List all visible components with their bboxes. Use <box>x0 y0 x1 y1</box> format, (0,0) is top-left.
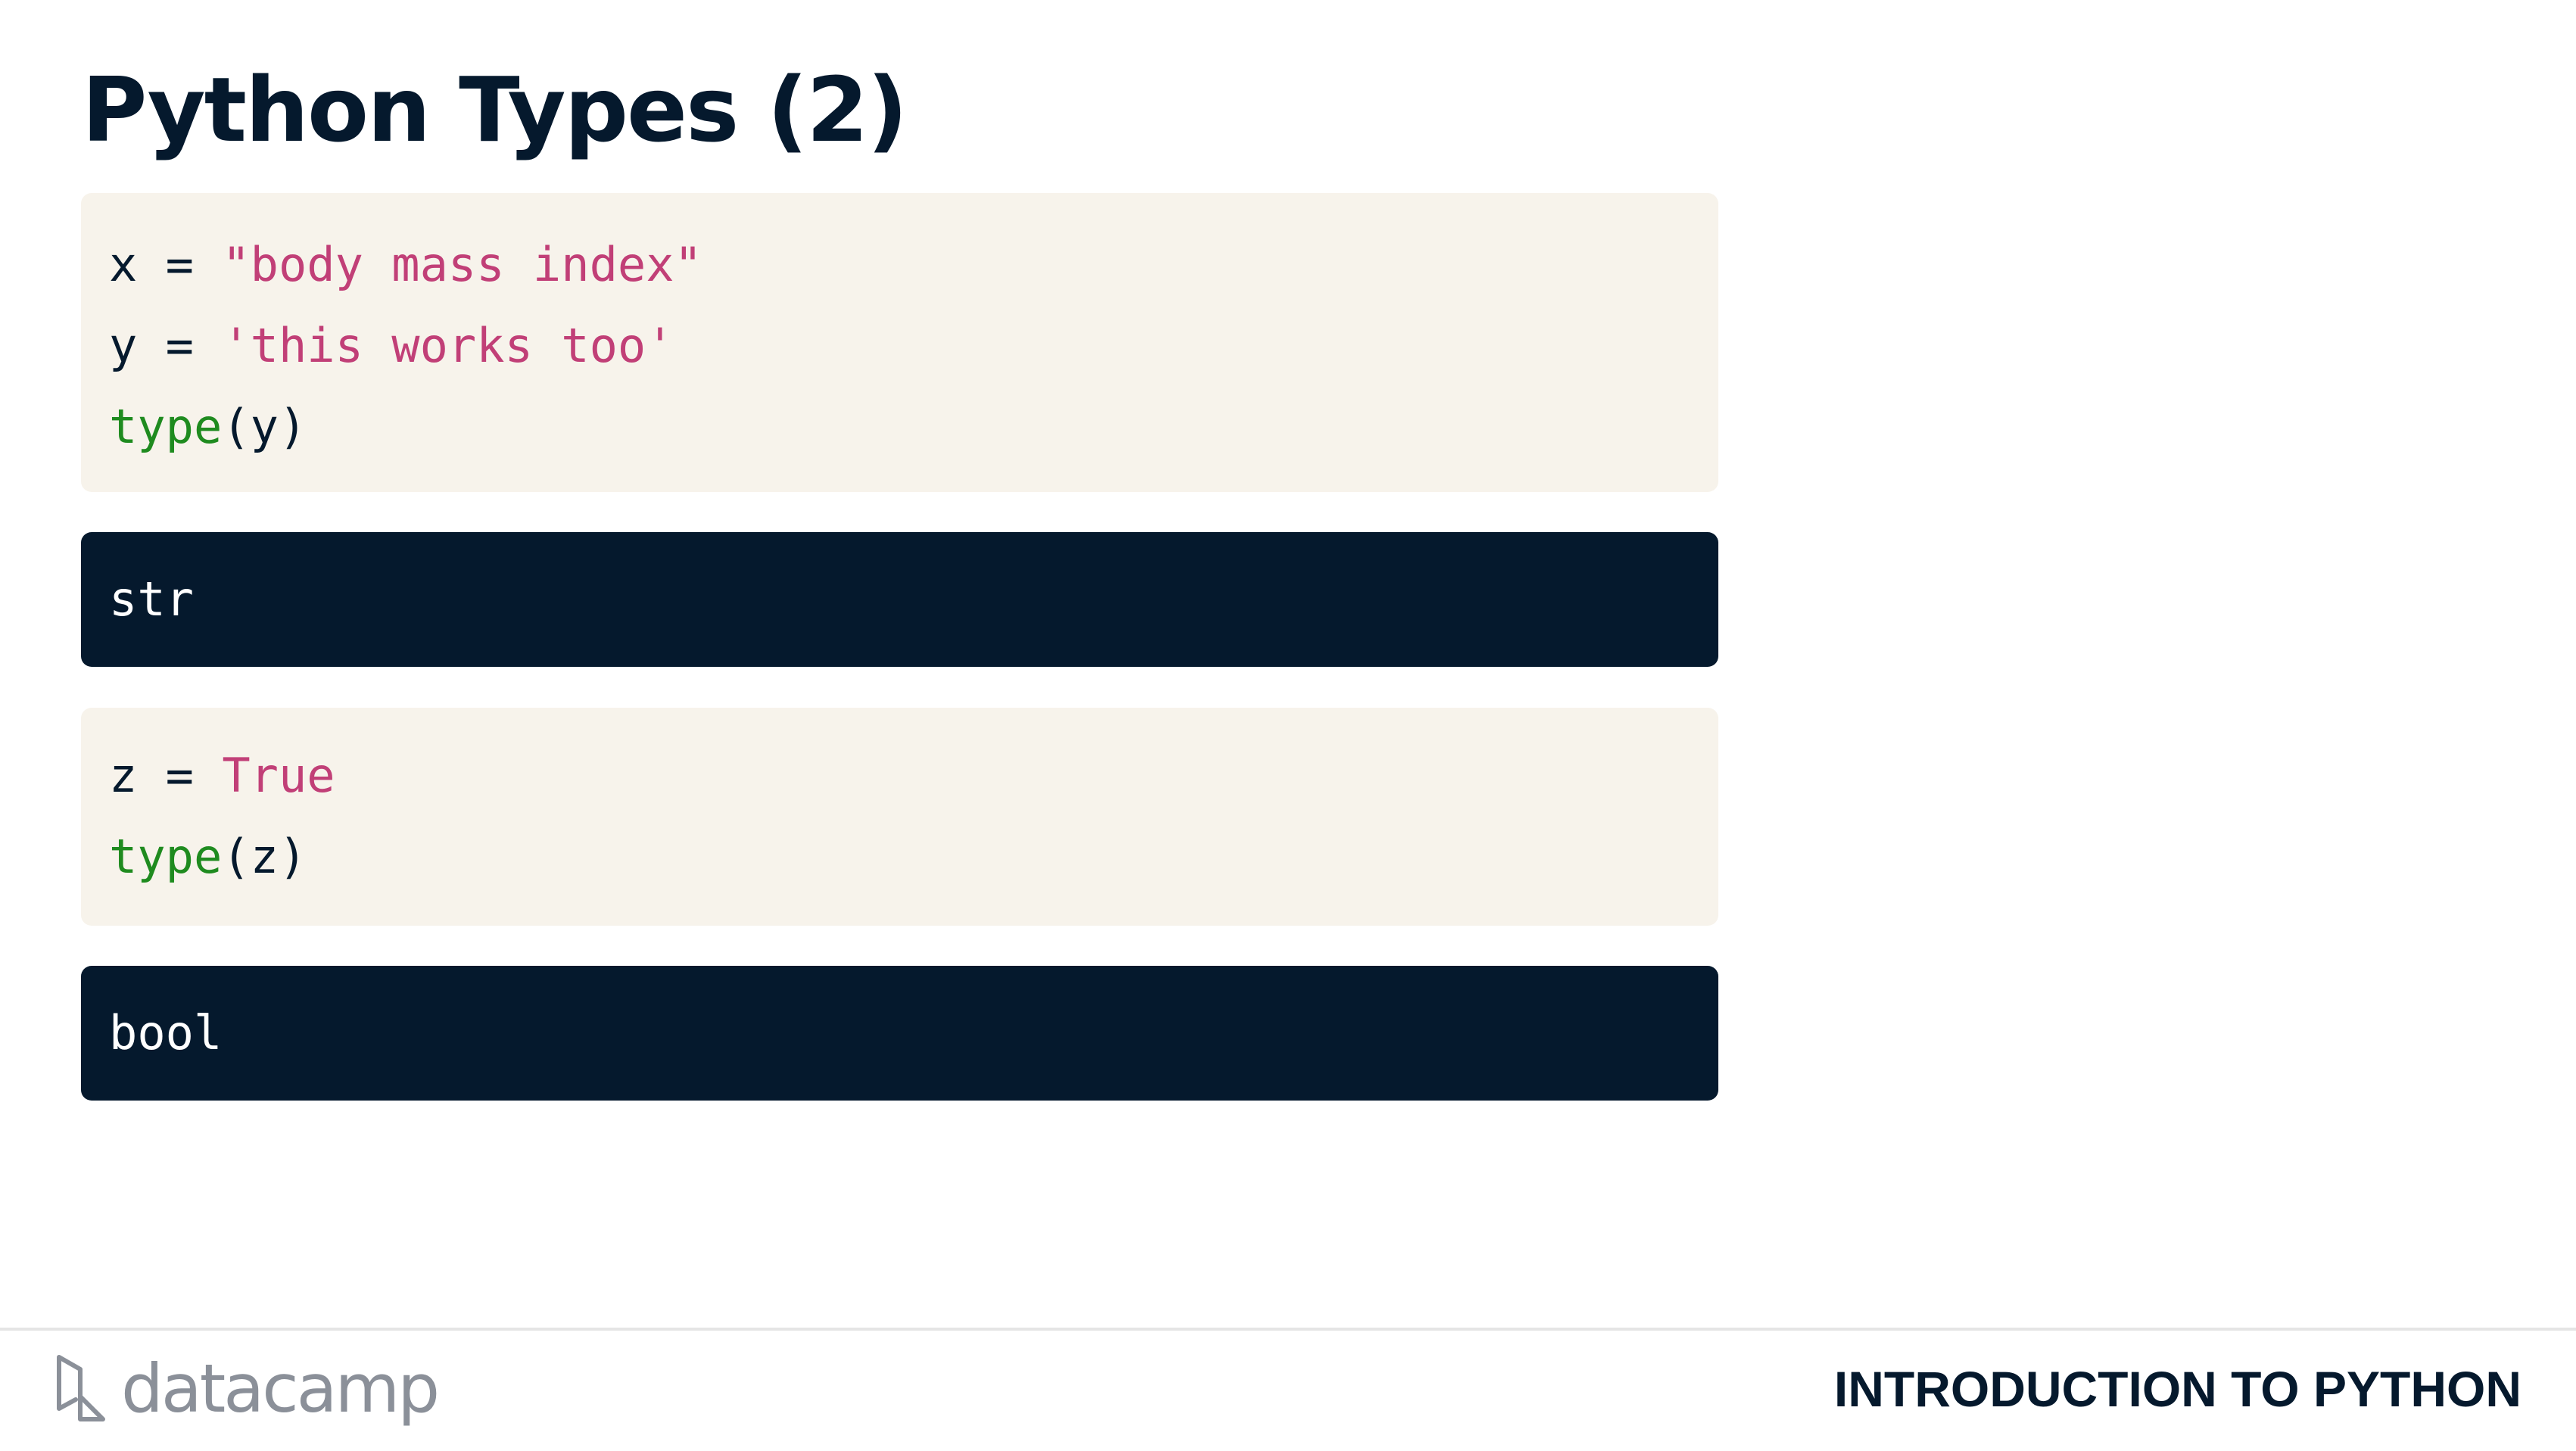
code-token-function: type <box>109 829 223 884</box>
code-line: y = 'this works too' <box>109 316 674 376</box>
code-line: x = "body mass index" <box>109 235 702 295</box>
code-line: type(z) <box>109 827 307 887</box>
code-token-plain: z = <box>109 748 223 803</box>
output-block-1: str <box>81 532 1718 667</box>
footer-divider <box>0 1328 2576 1331</box>
slide-title: Python Types (2) <box>82 58 908 162</box>
code-line: z = True <box>109 746 335 806</box>
course-title: INTRODUCTION TO PYTHON <box>1833 1361 2521 1417</box>
code-block-2: z = True type(z) <box>81 708 1718 926</box>
output-block-2: bool <box>81 966 1718 1101</box>
code-block-1: x = "body mass index" y = 'this works to… <box>81 193 1718 492</box>
datacamp-logo-icon <box>57 1355 105 1421</box>
code-token-plain: y = <box>109 318 223 373</box>
code-token-plain: (z) <box>222 829 307 884</box>
code-token-plain: (y) <box>222 399 307 454</box>
output-text: str <box>109 571 194 627</box>
code-token-plain: x = <box>109 237 223 292</box>
code-line: type(y) <box>109 397 307 457</box>
code-token-function: type <box>109 399 223 454</box>
code-token-string: 'this works too' <box>222 318 674 373</box>
code-token-string: "body mass index" <box>222 237 702 292</box>
code-token-keyword: True <box>222 748 335 803</box>
logo-wordmark: datacamp <box>121 1350 440 1428</box>
datacamp-logo: datacamp <box>53 1347 440 1431</box>
output-text: bool <box>109 1005 223 1060</box>
